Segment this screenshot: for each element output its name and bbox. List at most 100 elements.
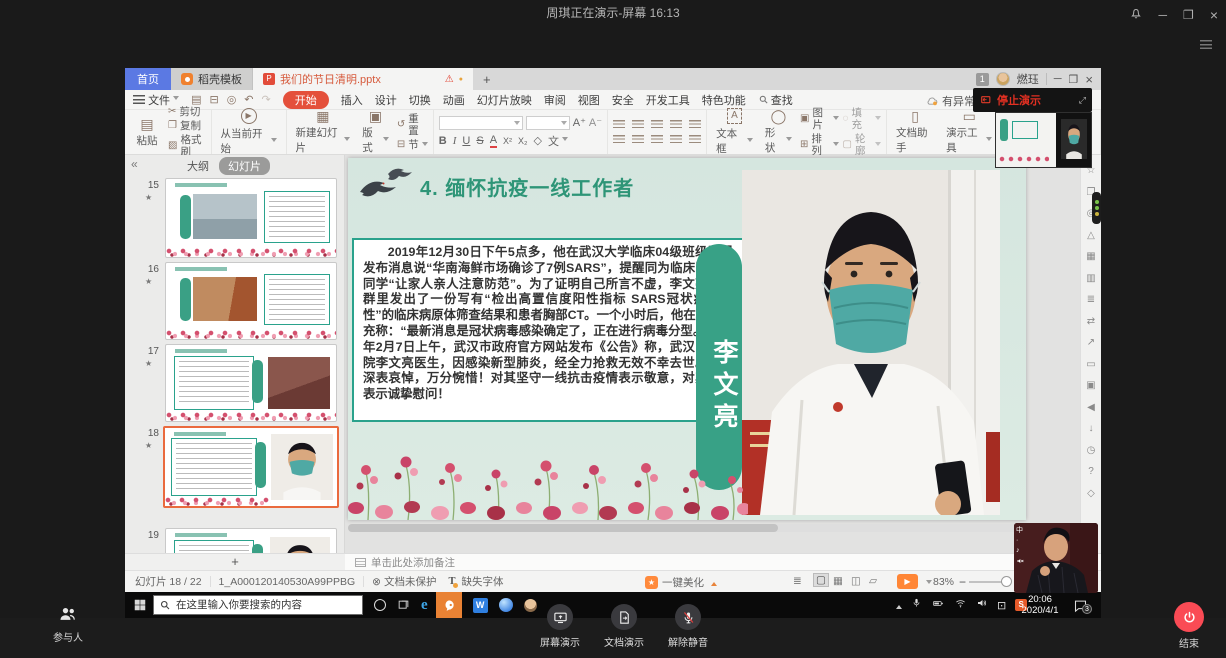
bold-button[interactable]: B <box>439 135 447 147</box>
menu-transition[interactable]: 切换 <box>409 92 431 108</box>
icon-library-icon[interactable]: ▦ <box>1086 251 1095 262</box>
section-button[interactable]: ⊟节 <box>397 139 428 151</box>
menu-design[interactable]: 设计 <box>375 92 397 108</box>
text-direction-icon[interactable] <box>689 120 701 130</box>
outline-button[interactable]: ▢轮廓 <box>843 133 882 157</box>
font-size-select[interactable] <box>526 116 570 130</box>
warning-icon[interactable]: ⚠ <box>445 74 454 85</box>
slide-thumbnail-19[interactable] <box>165 528 337 553</box>
tab-outline[interactable]: 大纲 <box>187 158 209 174</box>
screen-share-button[interactable]: 屏幕演示 <box>532 604 588 649</box>
user-avatar[interactable] <box>996 72 1010 86</box>
picture-button[interactable]: ▣图片 <box>800 107 839 131</box>
font-decrease-button[interactable]: A⁻ <box>589 116 602 129</box>
cortana-icon[interactable] <box>374 599 386 611</box>
arrange-button[interactable]: ⊞排列 <box>800 133 839 157</box>
slide-title[interactable]: 4. 缅怀抗疫一线工作者 <box>420 172 634 201</box>
zoom-out-button[interactable]: − <box>959 575 966 589</box>
fill-button[interactable]: ◌填充 <box>843 107 882 131</box>
paste-button[interactable]: ▤粘贴 <box>130 117 164 148</box>
wps-app-icon[interactable]: W <box>473 598 488 613</box>
textbox-button[interactable]: A文本框 <box>712 108 757 156</box>
taskbar-clock[interactable]: 20:062020/4/1 <box>1013 594 1067 616</box>
menu-view[interactable]: 视图 <box>578 92 600 108</box>
subscript-button[interactable]: X₂ <box>518 136 528 146</box>
muted-speaker-icon[interactable] <box>1016 557 1024 565</box>
tab-document-active[interactable]: P 我们的节日清明.pptx ⚠ ● <box>253 68 473 90</box>
adjust-icon[interactable]: ≣ <box>1087 294 1095 305</box>
menu-security[interactable]: 安全 <box>612 92 634 108</box>
justify-icon[interactable] <box>670 135 682 145</box>
italic-button[interactable]: I <box>453 135 457 147</box>
upload-icon[interactable]: △ <box>1087 230 1095 241</box>
audio-icon[interactable]: ◀ <box>1087 402 1095 413</box>
align-center-icon[interactable] <box>632 135 644 145</box>
missing-font-status[interactable]: T缺失字体 <box>448 574 503 589</box>
close-button[interactable]: × <box>1210 7 1218 23</box>
menu-insert[interactable]: 插入 <box>341 92 363 108</box>
slide-body-textbox[interactable]: 2019年12月30日下午5点多，他在武汉大学临床04级班级群里发布消息说“华南… <box>352 238 744 422</box>
superscript-button[interactable]: X² <box>503 136 512 146</box>
taskbar-search-input[interactable] <box>153 595 363 615</box>
download-icon[interactable]: ↓ <box>1089 423 1094 434</box>
slideshow-play-button[interactable]: ▶ <box>897 574 918 589</box>
view-show-icon[interactable]: ▱ <box>869 575 877 587</box>
expand-icon[interactable]: ⤢ <box>1079 95 1086 106</box>
print-preview-icon[interactable]: ◎ <box>227 93 237 106</box>
numbering-icon[interactable] <box>632 120 644 130</box>
highlight-button[interactable]: ◇ <box>534 134 542 147</box>
menu-devtools[interactable]: 开发工具 <box>646 92 690 108</box>
new-tab-button[interactable]: + <box>473 68 501 90</box>
slide-thumbnail-18-selected[interactable] <box>163 426 339 508</box>
tab-slides[interactable]: 幻灯片 <box>219 157 270 175</box>
doc-share-button[interactable]: 文档演示 <box>596 604 652 649</box>
collapse-panel-button[interactable]: « <box>131 157 138 171</box>
tray-speaker-icon[interactable] <box>976 596 988 614</box>
menu-find[interactable]: 查找 <box>758 92 793 108</box>
protection-status[interactable]: ⊗文档未保护 <box>372 574 436 589</box>
browser-app-icon[interactable] <box>499 598 513 612</box>
underline-button[interactable]: U <box>462 135 470 147</box>
indent-icon[interactable] <box>651 120 663 130</box>
window-count-badge[interactable]: 1 <box>976 73 989 86</box>
view-read-icon[interactable]: ◫ <box>851 575 861 587</box>
menu-review[interactable]: 审阅 <box>544 92 566 108</box>
comment-icon[interactable]: ▭ <box>1086 359 1095 370</box>
user-name[interactable]: 燃珏 <box>1017 71 1039 87</box>
wps-close-button[interactable]: × <box>1085 72 1093 87</box>
reset-button[interactable]: ↺重置 <box>397 113 428 137</box>
share-icon[interactable]: ↗ <box>1087 337 1095 348</box>
present-tools-button[interactable]: ▭演示工具 <box>942 109 996 155</box>
ime-toolbar[interactable]: 中 · ♪ <box>1016 527 1024 565</box>
slide-thumbnail-17[interactable] <box>165 344 337 422</box>
start-button[interactable] <box>133 598 147 612</box>
bullets-icon[interactable] <box>613 120 625 130</box>
zoom-slider-knob[interactable] <box>1001 576 1012 587</box>
align-left-icon[interactable] <box>613 135 625 145</box>
char-tools-button[interactable]: 文 <box>548 133 568 149</box>
layout-menu-icon[interactable] <box>1200 36 1212 54</box>
notification-center-icon[interactable]: 3 <box>1073 597 1092 614</box>
ime-mode-icon[interactable]: 中 <box>1016 527 1024 535</box>
slide-thumbnail-16[interactable] <box>165 262 337 340</box>
wps-minimize-button[interactable]: ─ <box>1054 73 1062 85</box>
chart-icon[interactable]: ▥ <box>1086 273 1095 284</box>
replace-image-icon[interactable]: ⇄ <box>1087 316 1095 327</box>
ime-sound-icon[interactable]: ♪ <box>1016 547 1024 555</box>
screen-share-preview[interactable] <box>995 112 1092 168</box>
new-slide-button[interactable]: ▦新建幻灯片 <box>292 109 355 155</box>
copy-button[interactable]: ❐复制 <box>168 120 206 132</box>
redo-icon[interactable]: ↷ <box>262 93 271 106</box>
resources-icon[interactable]: ◇ <box>1087 488 1095 499</box>
menu-start[interactable]: 开始 <box>283 91 329 109</box>
slide-thumbnail-15[interactable] <box>165 178 337 258</box>
tab-home[interactable]: 首页 <box>125 68 171 90</box>
edge-browser-icon[interactable]: e <box>421 597 428 614</box>
menu-slideshow[interactable]: 幻灯片放映 <box>477 92 532 108</box>
view-list-icon[interactable]: ≣ <box>793 575 802 587</box>
ime-punct-icon[interactable]: · <box>1016 537 1024 545</box>
cut-button[interactable]: ✂剪切 <box>168 106 206 118</box>
beautify-button[interactable]: ★ 一键美化 <box>645 575 717 590</box>
undo-icon[interactable]: ↶ <box>244 93 253 106</box>
play-from-current-button[interactable]: ▶ 从当前开始 <box>217 108 281 156</box>
